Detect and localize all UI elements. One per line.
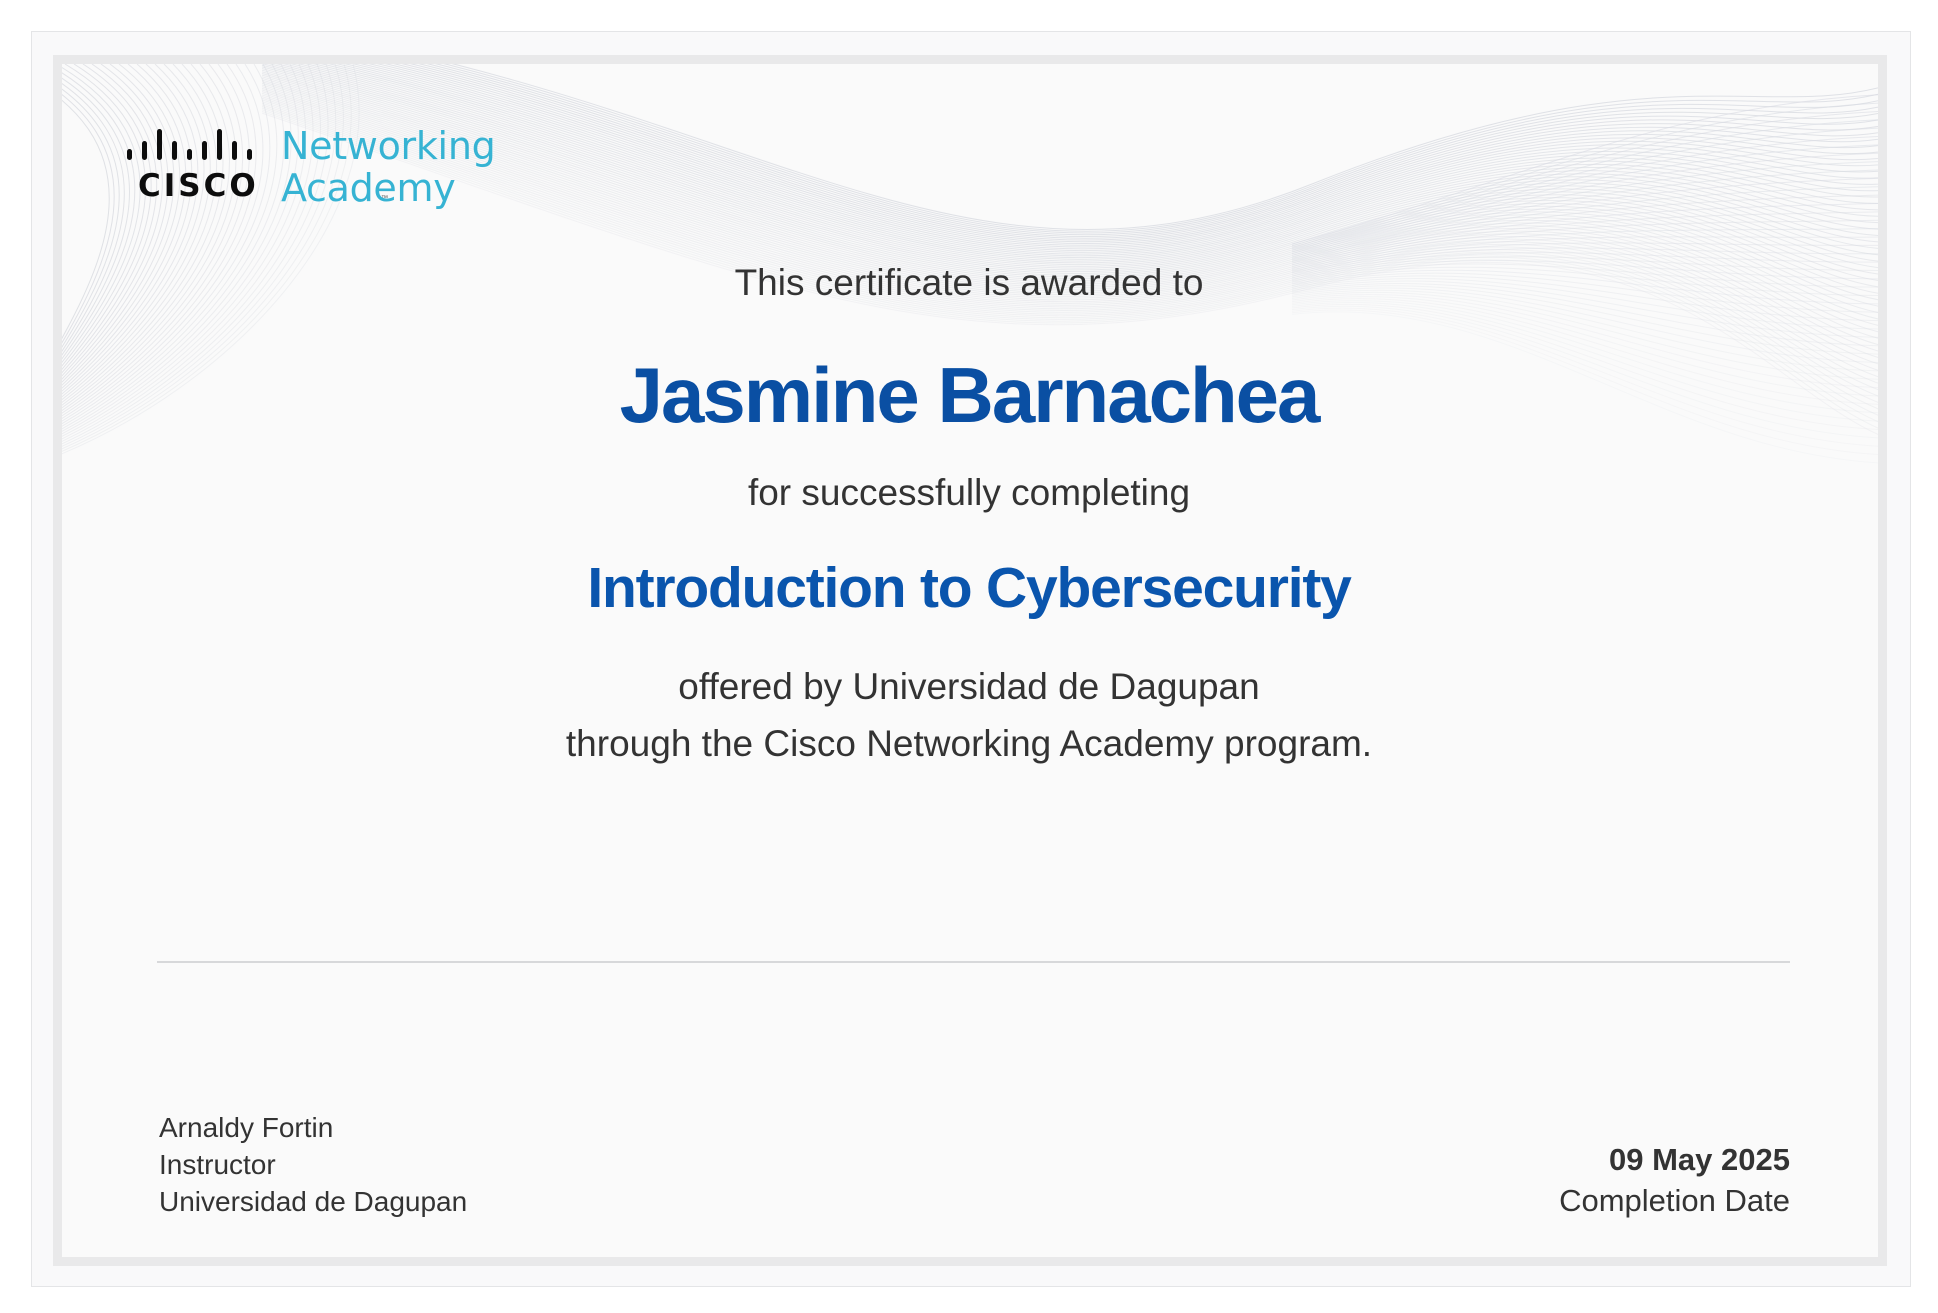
- signer-role: Instructor: [159, 1149, 276, 1180]
- signer-organization: Universidad de Dagupan: [159, 1186, 468, 1217]
- completion-date-block: 09 May 2025 Completion Date: [1559, 1139, 1790, 1221]
- awarded-to-text: This certificate is awarded to: [734, 262, 1204, 303]
- program-name-line1: Networking: [281, 124, 496, 168]
- program-name-line2: Academy: [281, 166, 456, 210]
- completion-date-label: Completion Date: [1559, 1183, 1790, 1218]
- completion-date: 09 May 2025: [1609, 1142, 1790, 1177]
- signer-block: Arnaldy Fortin Instructor Universidad de…: [159, 1109, 467, 1220]
- cisco-bridge-icon: [127, 129, 252, 160]
- program-line: through the Cisco Networking Academy pro…: [565, 723, 1373, 764]
- cisco-networking-academy-logo: CISCO ™ Networking Academy: [125, 125, 496, 210]
- recipient-name: Jasmine Barnachea: [619, 351, 1321, 439]
- cisco-wordmark: CISCO: [138, 168, 259, 204]
- signature-divider: [157, 961, 1790, 963]
- offered-by-text: offered by Universidad de Dagupan throug…: [0, 658, 1938, 772]
- program-name: Networking Academy: [281, 124, 496, 210]
- signer-name: Arnaldy Fortin: [159, 1112, 334, 1143]
- completing-text: for successfully completing: [747, 472, 1191, 513]
- course-title: Introduction to Cybersecurity: [587, 556, 1351, 620]
- offered-by-line: offered by Universidad de Dagupan: [678, 666, 1260, 707]
